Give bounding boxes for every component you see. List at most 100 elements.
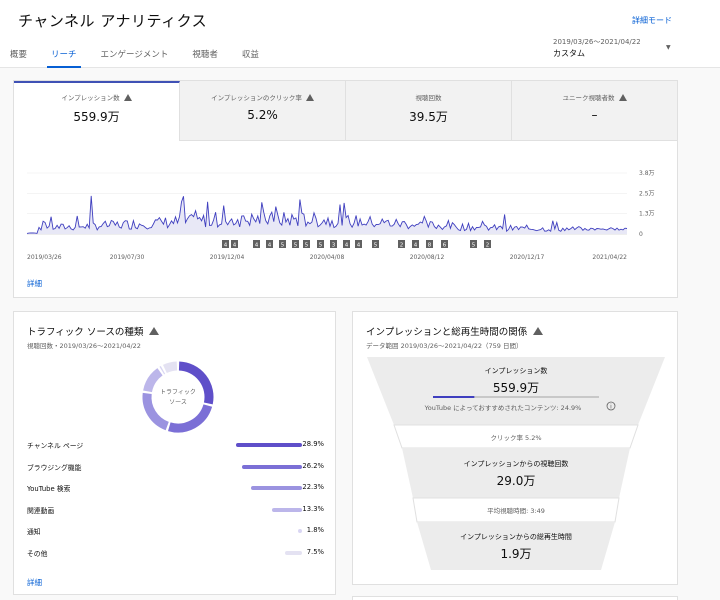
video-marker-count: 6 (443, 243, 447, 249)
watch-value: 1.9万 (500, 547, 532, 561)
x-tick-label: 2019/03/26 (27, 254, 62, 261)
video-marker-count: 4 (414, 243, 418, 249)
source-label: 通知 (27, 528, 41, 536)
tab-revenue[interactable]: 収益 (242, 44, 259, 68)
metric-value: – (591, 108, 598, 122)
warning-icon (305, 93, 314, 101)
metric-value: 5.2% (247, 108, 278, 122)
video-marker-count: 2 (400, 243, 404, 249)
traffic-source-row: ブラウジング機能 26.2% (27, 461, 324, 473)
source-bar (236, 443, 302, 447)
chart-area (27, 195, 627, 234)
source-label: ブラウジング機能 (27, 463, 82, 472)
tab-audience[interactable]: 視聴者 (192, 44, 218, 68)
traffic-source-row: YouTube 検索 22.3% (27, 482, 324, 494)
date-preset-select[interactable]: カスタム (553, 48, 585, 59)
metric-tab-impressions[interactable]: インプレッション数 559.9万 (14, 81, 180, 141)
metric-value: 39.5万 (409, 110, 448, 124)
traffic-donut-chart: トラフィック ソース (142, 361, 214, 433)
page-title: チャンネル アナリティクス (18, 12, 208, 30)
metric-label: インプレッションのクリック率 (211, 94, 302, 102)
traffic-title: トラフィック ソースの種類 (27, 327, 144, 338)
metric-label: 視聴回数 (415, 94, 442, 102)
donut-slice (143, 368, 163, 393)
traffic-source-row: 関連動画 13.3% (27, 504, 324, 516)
tab-reach[interactable]: リーチ (47, 44, 80, 68)
source-bar (251, 486, 302, 490)
next-card-edge (352, 596, 678, 600)
tab-overview[interactable]: 概要 (10, 44, 27, 68)
detail-mode-link[interactable]: 詳細モード (632, 15, 672, 26)
video-marker-count: 4 (233, 243, 237, 249)
reach-card: インプレッション数 559.9万 インプレッションのクリック率 5.2% 視聴回… (13, 80, 678, 298)
reach-detail-link[interactable]: 詳細 (27, 278, 42, 289)
impressions-line-chart: 444455553445248652 3.8万2.5万1.3万02019/03/… (26, 170, 655, 261)
warning-icon (149, 327, 160, 335)
warning-icon (123, 93, 132, 101)
video-marker-count: 8 (428, 243, 432, 249)
video-marker-count: 3 (332, 243, 336, 249)
impressions-label: インプレッション数 (484, 367, 548, 375)
warning-icon (533, 327, 544, 335)
x-tick-label: 2020/08/12 (410, 254, 445, 261)
impressions-block: インプレッション数 559.9万 (413, 366, 619, 396)
x-tick-label: 2020/04/08 (310, 254, 345, 261)
metric-value: 559.9万 (73, 110, 120, 124)
metric-tab-views[interactable]: 視聴回数 39.5万 (346, 81, 512, 141)
traffic-detail-link[interactable]: 詳細 (27, 577, 42, 588)
video-marker-count: 4 (268, 243, 272, 249)
metric-tabs: インプレッション数 559.9万 インプレッションのクリック率 5.2% 視聴回… (14, 81, 677, 141)
funnel-card: i インプレッションと総再生時間の関係 データ範囲 2019/03/26～202… (352, 311, 678, 585)
donut-label-line1: トラフィック (160, 389, 196, 396)
source-label: YouTube 検索 (27, 485, 71, 493)
source-bar (271, 507, 302, 512)
donut-slice (159, 365, 166, 375)
recommended-fill (433, 396, 475, 398)
source-bar (297, 529, 302, 533)
views-label: インプレッションからの視聴回数 (463, 460, 569, 468)
views-block: インプレッションからの視聴回数 29.0万 (413, 459, 619, 489)
watch-label: インプレッションからの総再生時間 (460, 533, 572, 541)
source-value: 13.3% (302, 504, 324, 513)
source-value: 28.9% (302, 440, 324, 448)
views-value: 29.0万 (496, 474, 536, 488)
video-marker-count: 5 (319, 243, 323, 249)
video-marker-count: 4 (345, 243, 349, 249)
x-tick-label: 2021/04/22 (592, 254, 627, 261)
metric-tab-unique-viewers[interactable]: ユニーク視聴者数 – (512, 81, 677, 141)
traffic-source-row: 通知 1.8% (27, 525, 324, 537)
video-marker-count: 5 (294, 243, 298, 249)
tab-bar: 概要 リーチ エンゲージメント 視聴者 収益 (10, 44, 283, 68)
traffic-source-card: トラフィック ソースの種類 視聴回数・2019/03/26～2021/04/22… (13, 311, 336, 595)
recommended-text: YouTube によっておすすめされたコンテンツ: 24.9% (424, 404, 582, 412)
donut-slice (163, 361, 178, 374)
source-value: 7.5% (306, 547, 324, 556)
donut-slice (178, 361, 214, 405)
x-tick-label: 2020/12/17 (510, 254, 545, 261)
x-tick-label: 2019/07/30 (110, 254, 145, 261)
y-tick-label: 3.8万 (639, 170, 655, 177)
y-tick-label: 0 (639, 231, 643, 238)
video-marker-count: 4 (224, 243, 228, 249)
y-tick-label: 1.3万 (639, 211, 655, 218)
source-label: 関連動画 (27, 506, 55, 515)
date-range-text[interactable]: 2019/03/26～2021/04/22 (553, 37, 641, 47)
ctr-text: クリック率 5.2% (490, 434, 542, 442)
tab-engagement[interactable]: エンゲージメント (101, 44, 169, 68)
y-tick-label: 2.5万 (639, 190, 655, 197)
video-marker-count: 4 (255, 243, 259, 249)
metric-tab-ctr[interactable]: インプレッションのクリック率 5.2% (180, 81, 346, 141)
donut-slice (168, 404, 213, 433)
watch-block: インプレッションからの総再生時間 1.9万 (413, 532, 619, 562)
chevron-down-icon[interactable]: ▼ (666, 44, 671, 51)
donut-slice (142, 392, 170, 431)
card-subtitle: データ範囲 2019/03/26～2021/04/22（759 日間） (366, 342, 523, 350)
video-marker-count: 5 (305, 243, 309, 249)
donut-label-line2: ソース (169, 399, 187, 406)
video-marker-count: 5 (374, 243, 378, 249)
impressions-value: 559.9万 (492, 381, 540, 395)
warning-icon (618, 93, 627, 101)
metric-label: インプレッション数 (61, 94, 120, 102)
card-subtitle: 視聴回数・2019/03/26～2021/04/22 (27, 342, 141, 350)
metric-label: ユニーク視聴者数 (562, 94, 615, 102)
